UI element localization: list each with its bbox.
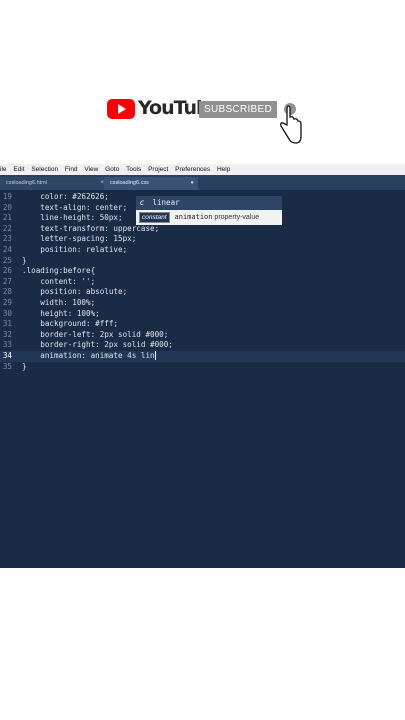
autocomplete-suggestion[interactable]: c linear (136, 196, 282, 210)
code-line[interactable]: 30 height: 100%; (0, 309, 405, 320)
tab-css-file[interactable]: cssloading6.css ● (104, 177, 198, 190)
detail-type: property-value (214, 214, 260, 221)
kind-tag: constant (139, 212, 170, 223)
tab-label: cssloading6.css (110, 180, 149, 186)
code-text: border-right: 2px solid #000; (22, 340, 173, 350)
youtube-play-icon (107, 99, 135, 119)
line-number: 25 (2, 255, 12, 265)
line-number: 20 (2, 202, 12, 212)
code-line[interactable]: 35} (0, 362, 405, 373)
code-text: border-left: 2px solid #000; (22, 329, 169, 339)
code-line[interactable]: 28 position: absolute; (0, 287, 405, 298)
code-text: color: #262626; (22, 192, 109, 201)
detail-name: animation (174, 213, 213, 221)
code-text: width: 100%; (22, 297, 96, 307)
code-line[interactable]: 22 text-transform: uppercase; (0, 224, 405, 235)
line-number: 34 (2, 350, 12, 360)
code-text: position: absolute; (22, 287, 128, 297)
menu-selection[interactable]: Selection (31, 164, 58, 175)
code-text: text-align: center; (22, 202, 128, 212)
line-number: 29 (2, 297, 12, 307)
line-number: 33 (2, 340, 12, 350)
kind-icon: c (139, 198, 145, 207)
line-number: 31 (2, 319, 12, 329)
menu-preferences[interactable]: Preferences (175, 164, 210, 175)
menu-file[interactable]: ile (0, 164, 7, 175)
code-line[interactable]: 26 .loading:before{ (0, 266, 405, 277)
code-line[interactable]: 27 content: ''; (0, 277, 405, 288)
code-text: text-transform: uppercase; (22, 223, 160, 233)
line-number: 22 (2, 223, 12, 233)
code-line[interactable]: 32 border-left: 2px solid #000; (0, 330, 405, 341)
line-number: 27 (2, 276, 12, 286)
line-number: 21 (2, 213, 12, 223)
suggestion-label: linear (152, 198, 180, 207)
code-text: } (22, 255, 27, 265)
menu-edit[interactable]: Edit (13, 164, 24, 175)
code-line[interactable]: 31 background: #fff; (0, 319, 405, 330)
line-number: 32 (2, 329, 12, 339)
code-line[interactable]: 25} (0, 256, 405, 267)
modified-dot-icon[interactable]: ● (190, 177, 194, 190)
code-text: line-height: 50px; (22, 213, 123, 223)
code-text: content: ''; (22, 276, 96, 286)
pointer-hand-icon (280, 103, 302, 144)
code-line[interactable]: 34 animation: animate 4s lin (0, 350, 405, 362)
code-text: height: 100%; (22, 308, 100, 318)
subscribed-button[interactable]: SUBSCRIBED (199, 101, 277, 118)
autocomplete-detail: constant animation property-value (136, 210, 282, 225)
line-number: 35 (2, 361, 12, 371)
code-line[interactable]: 33 border-right: 2px solid #000; (0, 340, 405, 351)
tab-bar: cssloading6.html × cssloading6.css ● (0, 175, 405, 190)
line-number: 23 (2, 234, 12, 244)
menu-project[interactable]: Project (148, 164, 168, 175)
menu-find[interactable]: Find (65, 164, 78, 175)
tab-label: cssloading6.html (6, 180, 47, 186)
code-text: position: relative; (22, 244, 128, 254)
code-text: animation: animate 4s lin (22, 350, 155, 360)
tab-html-file[interactable]: cssloading6.html × (0, 177, 108, 190)
menu-help[interactable]: Help (217, 164, 230, 175)
line-number: 24 (2, 244, 12, 254)
code-text: .loading:before{ (22, 266, 96, 276)
menu-view[interactable]: View (84, 164, 98, 175)
text-cursor (154, 351, 156, 361)
line-number: 26 (2, 266, 12, 276)
menu-goto[interactable]: Goto (105, 164, 119, 175)
autocomplete-popup: c linear constant animation property-val… (136, 196, 282, 225)
code-line[interactable]: 24 position: relative; (0, 245, 405, 256)
line-number: 28 (2, 287, 12, 297)
code-text: letter-spacing: 15px; (22, 234, 137, 244)
menu-tools[interactable]: Tools (126, 164, 141, 175)
code-text: background: #fff; (22, 319, 119, 329)
line-number: 30 (2, 308, 12, 318)
line-number: 19 (2, 192, 12, 201)
menu-bar: ile Edit Selection Find View Goto Tools … (0, 164, 405, 175)
code-line[interactable]: 29 width: 100%; (0, 298, 405, 309)
code-line[interactable]: 23 letter-spacing: 15px; (0, 234, 405, 245)
subscribe-banner: YouTube SUBSCRIBED (0, 0, 405, 160)
code-text: } (22, 361, 27, 371)
